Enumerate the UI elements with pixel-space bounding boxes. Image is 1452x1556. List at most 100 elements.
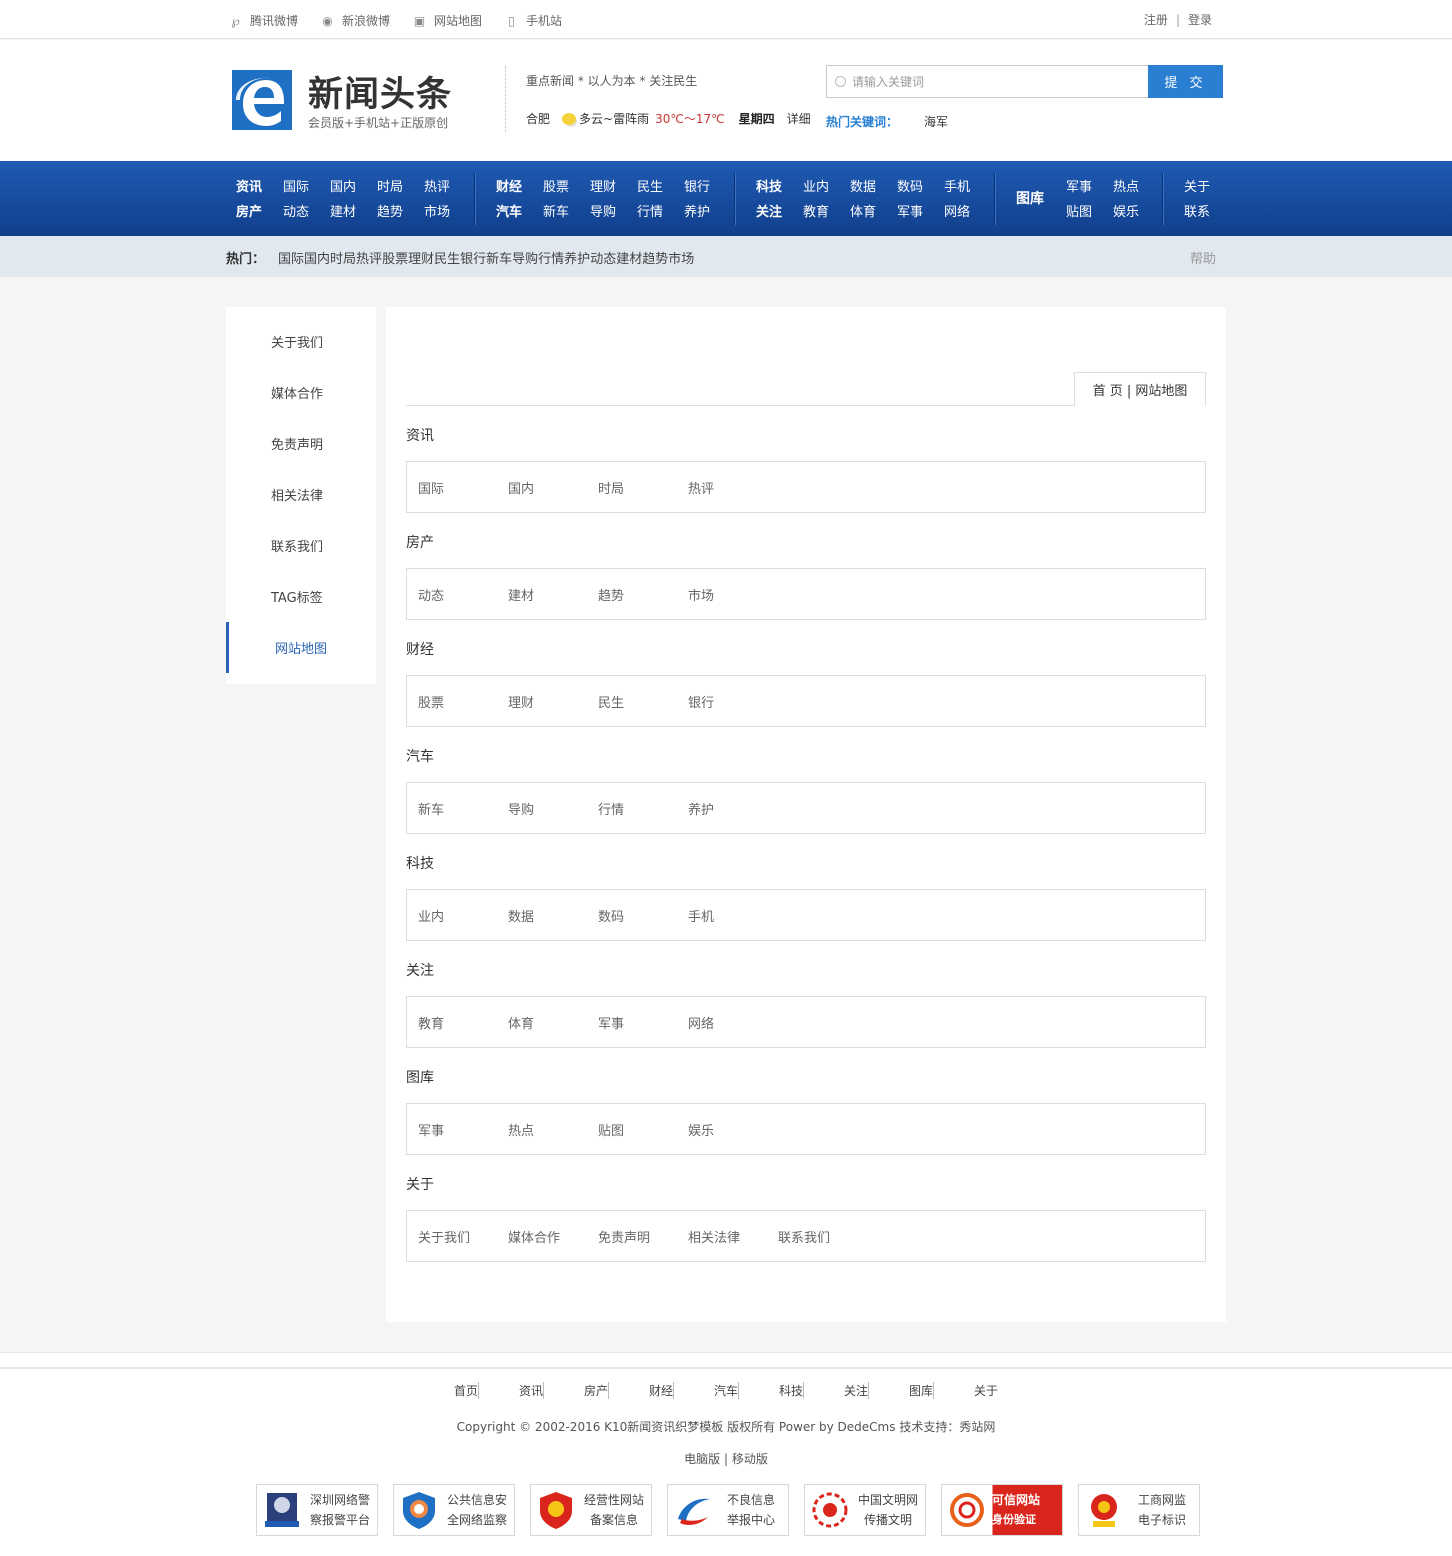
hot-item[interactable]: 趋势 (642, 248, 668, 267)
sitemap-link[interactable]: 市场 (688, 585, 778, 604)
search-input[interactable]: 请输入关键词 (826, 65, 1148, 98)
sitemap-link[interactable]: 建材 (508, 585, 598, 604)
sitemap-link[interactable]: 联系我们 (778, 1227, 868, 1246)
sitemap-link[interactable]: 养护 (688, 799, 778, 818)
nav-item[interactable]: 网络 (944, 201, 991, 220)
sitemap-link[interactable]: 时局 (598, 478, 688, 497)
nav-item-gallery[interactable]: 图库 (1016, 188, 1044, 208)
sitemap-link[interactable]: 军事 (598, 1013, 688, 1032)
nav-item[interactable]: 军事 (1066, 176, 1113, 195)
nav-item[interactable]: 资讯 (236, 176, 283, 195)
nav-item[interactable]: 教育 (803, 201, 850, 220)
sitemap-section-title[interactable]: 汽车 (406, 746, 434, 766)
nav-item[interactable]: 新车 (543, 201, 590, 220)
hot-item[interactable]: 民生 (434, 248, 460, 267)
sitemap-section-title[interactable]: 科技 (406, 853, 434, 873)
nav-item[interactable]: 体育 (850, 201, 897, 220)
nav-item-contact[interactable]: 联系 (1184, 201, 1231, 220)
sitemap-link[interactable]: 新车 (418, 799, 508, 818)
hot-keyword-link[interactable]: 海军 (924, 113, 948, 130)
sitemap-link[interactable]: 相关法律 (688, 1227, 778, 1246)
sidebar-item-contact[interactable]: 联系我们 (226, 520, 376, 571)
nav-item[interactable]: 行情 (637, 201, 684, 220)
hot-item[interactable]: 导购 (512, 248, 538, 267)
register-link[interactable]: 注册 (1144, 11, 1168, 28)
sitemap-link[interactable]: 动态 (418, 585, 508, 604)
sitemap-link[interactable]: 网络 (688, 1013, 778, 1032)
footer-nav-item[interactable]: 房产 (584, 1382, 608, 1399)
badge-trusted-site[interactable]: 可信网站 身份验证 (941, 1484, 1063, 1536)
nav-item[interactable]: 财经 (496, 176, 543, 195)
nav-item[interactable]: 国内 (330, 176, 377, 195)
nav-item[interactable]: 军事 (897, 201, 944, 220)
sitemap-link[interactable]: ▣ 网站地图 (412, 12, 482, 29)
badge-report-center[interactable]: 不良信息 举报中心 (667, 1484, 789, 1536)
breadcrumb[interactable]: 首 页 | 网站地图 (1074, 372, 1206, 406)
nav-item[interactable]: 关注 (756, 201, 803, 220)
version-switch[interactable]: 电脑版 | 移动版 (0, 1450, 1452, 1467)
footer-nav-item[interactable]: 科技 (779, 1382, 803, 1399)
footer-nav-item[interactable]: 关注 (844, 1382, 868, 1399)
sitemap-link[interactable]: 热点 (508, 1120, 598, 1139)
sitemap-section-title[interactable]: 资讯 (406, 425, 434, 445)
sidebar-item-about[interactable]: 关于我们 (226, 316, 376, 367)
sitemap-link[interactable]: 体育 (508, 1013, 598, 1032)
footer-nav-item[interactable]: 财经 (649, 1382, 673, 1399)
nav-item-about[interactable]: 关于 (1184, 176, 1231, 195)
footer-nav-item[interactable]: 关于 (974, 1382, 998, 1399)
nav-item[interactable]: 热评 (424, 176, 471, 195)
hot-item[interactable]: 热评 (356, 248, 382, 267)
nav-item[interactable]: 娱乐 (1113, 201, 1160, 220)
hot-item[interactable]: 国际 (278, 248, 304, 267)
badge-business-site[interactable]: 经营性网站 备案信息 (530, 1484, 652, 1536)
sitemap-link[interactable]: 热评 (688, 478, 778, 497)
logo-icon[interactable] (232, 70, 292, 130)
hot-item[interactable]: 银行 (460, 248, 486, 267)
sitemap-link[interactable]: 业内 (418, 906, 508, 925)
hot-item[interactable]: 养护 (564, 248, 590, 267)
login-link[interactable]: 登录 (1188, 11, 1212, 28)
sitemap-link[interactable]: 贴图 (598, 1120, 688, 1139)
sitemap-link[interactable]: 理财 (508, 692, 598, 711)
sitemap-link[interactable]: 关于我们 (418, 1227, 508, 1246)
sitemap-link[interactable]: 导购 (508, 799, 598, 818)
hot-item[interactable]: 建材 (616, 248, 642, 267)
help-link[interactable]: 帮助 (1190, 248, 1216, 267)
nav-item[interactable]: 房产 (236, 201, 283, 220)
sitemap-link[interactable]: 国际 (418, 478, 508, 497)
footer-nav-item[interactable]: 首页 (454, 1382, 478, 1399)
hot-item[interactable]: 动态 (590, 248, 616, 267)
sitemap-section-title[interactable]: 关注 (406, 960, 434, 980)
badge-commerce[interactable]: 工商网监 电子标识 (1078, 1484, 1200, 1536)
nav-item[interactable]: 数据 (850, 176, 897, 195)
sitemap-link[interactable]: 媒体合作 (508, 1227, 598, 1246)
nav-item[interactable]: 科技 (756, 176, 803, 195)
sitemap-link[interactable]: 趋势 (598, 585, 688, 604)
badge-police[interactable]: 深圳网络警 察报警平台 (256, 1484, 378, 1536)
sidebar-item-disclaimer[interactable]: 免责声明 (226, 418, 376, 469)
hot-item[interactable]: 股票 (382, 248, 408, 267)
nav-item[interactable]: 银行 (684, 176, 731, 195)
sitemap-link[interactable]: 手机 (688, 906, 778, 925)
weather-detail-link[interactable]: 详细 (787, 110, 811, 127)
nav-item[interactable]: 贴图 (1066, 201, 1113, 220)
mobile-site-link[interactable]: ▯ 手机站 (504, 12, 562, 29)
nav-item[interactable]: 汽车 (496, 201, 543, 220)
footer-nav-item[interactable]: 资讯 (519, 1382, 543, 1399)
footer-nav-item[interactable]: 汽车 (714, 1382, 738, 1399)
sitemap-link[interactable]: 股票 (418, 692, 508, 711)
sitemap-link[interactable]: 数码 (598, 906, 688, 925)
nav-item[interactable]: 业内 (803, 176, 850, 195)
nav-item[interactable]: 趋势 (377, 201, 424, 220)
sitemap-section-title[interactable]: 图库 (406, 1067, 434, 1087)
sitemap-link[interactable]: 数据 (508, 906, 598, 925)
sitemap-link[interactable]: 民生 (598, 692, 688, 711)
sitemap-section-title[interactable]: 财经 (406, 639, 434, 659)
tencent-weibo-link[interactable]: ℘ 腾讯微博 (228, 12, 298, 29)
sitemap-link[interactable]: 银行 (688, 692, 778, 711)
hot-item[interactable]: 时局 (330, 248, 356, 267)
nav-item[interactable]: 理财 (590, 176, 637, 195)
badge-security[interactable]: 公共信息安 全网络监察 (393, 1484, 515, 1536)
nav-item[interactable]: 国际 (283, 176, 330, 195)
sidebar-item-law[interactable]: 相关法律 (226, 469, 376, 520)
